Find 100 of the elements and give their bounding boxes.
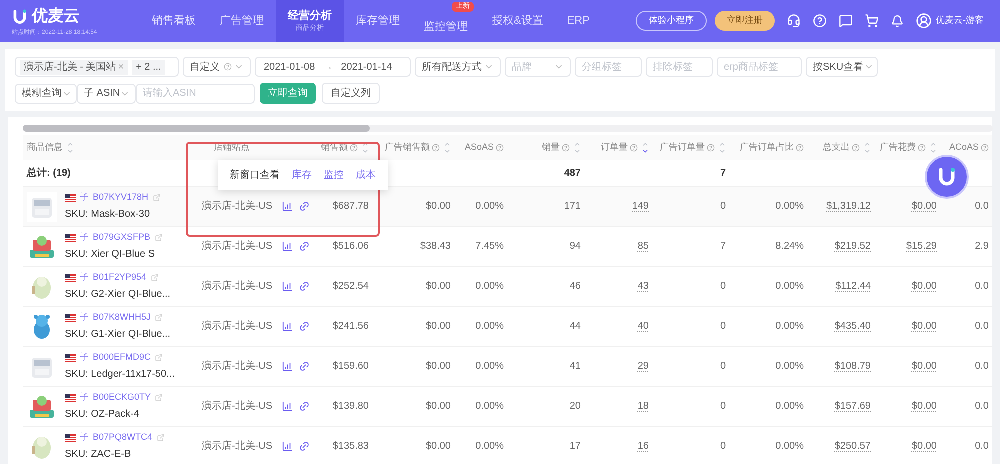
- asin-field[interactable]: 请输入ASIN: [136, 84, 255, 104]
- table-cell-text: $0.00: [426, 280, 451, 294]
- value-link[interactable]: 149: [632, 199, 649, 214]
- value-link[interactable]: $0.00: [912, 439, 937, 454]
- value-link[interactable]: 18: [638, 399, 649, 414]
- avatar-icon[interactable]: [916, 13, 932, 29]
- column-header[interactable]: ACoAS: [949, 140, 989, 154]
- value-link[interactable]: $0.00: [912, 199, 937, 214]
- asin-link[interactable]: B079GXSFPB: [93, 231, 151, 245]
- value-link[interactable]: 85: [638, 239, 649, 254]
- column-header[interactable]: 广告销售额: [385, 140, 451, 154]
- table-cell-text: $241.56: [332, 320, 369, 334]
- erp-tag-field[interactable]: erp商品标签: [717, 57, 802, 77]
- value-link[interactable]: $250.57: [834, 439, 871, 454]
- nav-tab[interactable]: 销售看板: [140, 0, 208, 42]
- date-range-field[interactable]: 2021-01-08 → 2021-01-14: [255, 57, 411, 77]
- asin-type-select[interactable]: 子 ASIN: [77, 84, 136, 104]
- help-icon: [224, 63, 232, 71]
- value-link[interactable]: 29: [638, 359, 649, 374]
- asin-link[interactable]: B07K8WHH5J: [93, 311, 152, 325]
- column-header[interactable]: ASoAS: [464, 140, 504, 154]
- table-cell-text: $159.60: [332, 360, 369, 374]
- bell-icon[interactable]: [891, 14, 904, 28]
- asin-link[interactable]: B07KYV178H: [93, 191, 149, 205]
- popup-menu-item[interactable]: 监控: [324, 168, 344, 182]
- help-icon: [350, 144, 358, 152]
- date-mode-select[interactable]: 自定义: [183, 57, 251, 77]
- cart-icon[interactable]: [865, 14, 879, 28]
- table-cell-text: 0: [720, 280, 726, 294]
- nav-tab[interactable]: ERP: [555, 0, 602, 42]
- column-header[interactable]: 销量: [542, 140, 581, 154]
- value-link[interactable]: $0.00: [912, 319, 937, 334]
- chart-icon[interactable]: [282, 361, 293, 372]
- value-link[interactable]: $219.52: [834, 239, 871, 254]
- column-header[interactable]: 总支出: [823, 140, 871, 154]
- view-by-select[interactable]: 按SKU查看: [806, 57, 878, 77]
- query-button[interactable]: 立即查询: [260, 83, 316, 104]
- popup-menu-item[interactable]: 库存: [292, 168, 312, 182]
- value-link[interactable]: $0.00: [912, 279, 937, 294]
- nav-tab[interactable]: 库存管理: [344, 0, 412, 42]
- table-cell-text: 0.0: [975, 280, 989, 294]
- table-cell-text: $135.83: [332, 440, 369, 454]
- nav-tab[interactable]: 授权&设置: [480, 0, 556, 42]
- value-link[interactable]: $15.29: [906, 239, 937, 254]
- table-cell-text: 8.24%: [776, 240, 804, 254]
- asin-link[interactable]: B00ECKG0TY: [93, 391, 152, 405]
- chart-icon[interactable]: [282, 201, 293, 212]
- value-link[interactable]: $0.00: [912, 359, 937, 374]
- value-link[interactable]: 43: [638, 279, 649, 294]
- nav-tab[interactable]: 广告管理: [208, 0, 276, 42]
- store-select[interactable]: 演示店-北美 - 美国站 × + 2 ...: [15, 57, 179, 77]
- custom-columns-button[interactable]: 自定义列: [322, 83, 380, 104]
- chart-icon[interactable]: [282, 281, 293, 292]
- chart-icon[interactable]: [282, 441, 293, 452]
- chart-icon[interactable]: [282, 241, 293, 252]
- user-name[interactable]: 优麦云-游客: [936, 14, 984, 28]
- nav-tab[interactable]: 监控管理: [412, 12, 480, 42]
- column-header[interactable]: 广告订单占比: [740, 140, 804, 154]
- exclude-tag-field[interactable]: 排除标签: [646, 57, 713, 77]
- value-link[interactable]: $435.40: [834, 319, 871, 334]
- column-header[interactable]: 广告花费: [880, 140, 937, 154]
- logo-icon: [937, 167, 957, 187]
- scrollbar-thumb[interactable]: [23, 125, 370, 132]
- column-header[interactable]: 订单量: [601, 140, 649, 154]
- asin-type: 子: [80, 351, 89, 364]
- store-name: 演示店-北美-US: [202, 240, 273, 254]
- table-cell-text: 0.00%: [776, 280, 804, 294]
- table-cell-text: 0: [720, 200, 726, 214]
- match-mode-select[interactable]: 模糊查询: [15, 84, 77, 104]
- column-header[interactable]: 广告订单量: [660, 140, 726, 154]
- value-link[interactable]: $1,319.12: [826, 199, 871, 214]
- popup-menu-item[interactable]: 成本: [356, 168, 376, 182]
- table-cell-text: 0.0: [975, 200, 989, 214]
- table-cell-text: 0: [720, 400, 726, 414]
- asin-link[interactable]: B000EFMD9C: [93, 351, 152, 365]
- help-icon: [496, 144, 504, 152]
- shipping-select[interactable]: 所有配送方式: [415, 57, 501, 77]
- sku-text: SKU: Ledger-11x17-50...: [65, 368, 175, 382]
- value-link[interactable]: $108.79: [834, 359, 871, 374]
- popup-menu-item[interactable]: 新窗口查看: [230, 168, 280, 182]
- chart-icon[interactable]: [282, 321, 293, 332]
- column-header[interactable]: 商品信息: [27, 140, 74, 154]
- asin-link[interactable]: B07PQ8WTC4: [93, 431, 153, 445]
- value-link[interactable]: $0.00: [912, 399, 937, 414]
- trial-button[interactable]: 体验小程序: [636, 11, 707, 31]
- register-button[interactable]: 立即注册: [715, 11, 775, 31]
- asin-link[interactable]: B01F2YP954: [93, 271, 147, 285]
- message-icon[interactable]: [839, 14, 853, 28]
- table-cell-text: 7.45%: [476, 240, 504, 254]
- sku-text: SKU: Mask-Box-30: [65, 208, 152, 222]
- value-link[interactable]: 16: [638, 439, 649, 454]
- help-icon[interactable]: [813, 14, 827, 28]
- support-icon[interactable]: [787, 14, 801, 28]
- group-tag-field[interactable]: 分组标签: [575, 57, 642, 77]
- chart-icon[interactable]: [282, 401, 293, 412]
- table-cell-text: 0.00%: [776, 200, 804, 214]
- value-link[interactable]: $112.44: [836, 279, 871, 294]
- table-cell-text: 7: [720, 166, 726, 180]
- value-link[interactable]: $157.69: [834, 399, 871, 414]
- value-link[interactable]: 40: [638, 319, 649, 334]
